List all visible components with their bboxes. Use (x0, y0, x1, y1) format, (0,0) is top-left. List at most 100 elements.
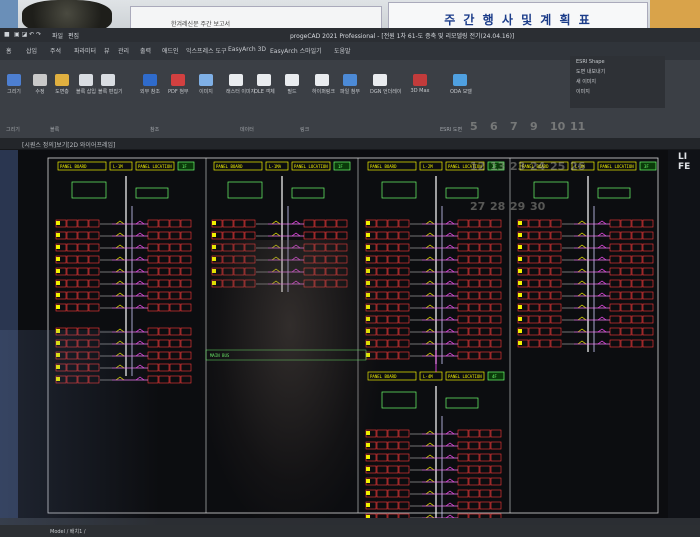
tab-view[interactable]: 뷰 (104, 46, 110, 55)
breaker-symbol-left (115, 364, 125, 369)
viewport-label[interactable]: [시퀀스 정의]보기[2D 와이어프레임] (22, 140, 115, 149)
ribbon-tool-3[interactable]: 블록 삽입 (76, 74, 96, 95)
breaker-symbol-right (445, 256, 455, 261)
tab-help[interactable]: 도움말 (334, 46, 351, 55)
ribbon-tool-7[interactable]: 이미지 (196, 74, 216, 95)
circuit-cell-left (376, 339, 388, 348)
tab-easyarch-smile[interactable]: EasyArch 스마일기 (270, 46, 322, 55)
breaker-symbol-left (115, 220, 125, 225)
breaker-symbol-left (271, 244, 281, 249)
ribbon-tool-8[interactable]: 래스터 이미지 (226, 74, 255, 95)
circuit-cell-right (457, 315, 469, 324)
circuit-marker (518, 233, 522, 237)
circuit-cell-right (457, 279, 469, 288)
circuit-cell-right (468, 255, 480, 264)
tab-express-tools[interactable]: 익스프레스 도구 (186, 46, 227, 55)
circuit-cell-right (468, 501, 480, 510)
circuit-cell-right (158, 219, 170, 228)
quick-access-toolbar[interactable]: ▣ ◪ ↶ ↷ (14, 31, 41, 38)
circuit-cell-right (457, 231, 469, 240)
circuit-cell-right (180, 363, 192, 372)
panel-header-text: PANEL BOARD (60, 164, 87, 169)
breaker-symbol-left (425, 280, 435, 285)
menu-item-1[interactable]: 편집 (68, 31, 79, 40)
circuit-cell-right (609, 291, 621, 300)
circuit-marker (366, 221, 370, 225)
circuit-cell-right (642, 315, 654, 324)
circuit-cell-left (233, 279, 245, 288)
panel-tag-text: 2F (492, 164, 497, 169)
breaker-symbol-right (135, 256, 145, 261)
ribbon-tool-13[interactable]: DGN 언더레이 (370, 74, 401, 95)
circuit-cell-left (88, 279, 100, 288)
tab-easyarch-3d[interactable]: EasyArch 3D (228, 46, 266, 53)
circuit-cell-right (631, 219, 643, 228)
ribbon-tool-12[interactable]: 파일 첨부 (340, 74, 360, 95)
circuit-cell-right (468, 465, 480, 474)
meter-box (71, 181, 107, 199)
ribbon-tool-2[interactable]: 도면층 (52, 74, 72, 95)
circuit-cell-left (398, 231, 410, 240)
ribbon-tool-11[interactable]: 하이퍼링크 (312, 74, 335, 95)
ribbon-tool-icon (55, 74, 69, 86)
circuit-cell-left (398, 267, 410, 276)
circuit-cell-left (550, 231, 562, 240)
circuit-cell-right (468, 315, 480, 324)
menu-item-0[interactable]: 파일 (52, 31, 63, 40)
meter-box (381, 181, 417, 199)
app-icon[interactable]: ■ (4, 31, 10, 38)
circuit-marker (366, 341, 370, 345)
circuit-cell-left (88, 327, 100, 336)
ribbon-tool-1[interactable]: 수정 (30, 74, 50, 95)
tab-parametric[interactable]: 파라미터 (74, 46, 96, 55)
layout-tabs[interactable]: Model / 배치1 / (50, 529, 86, 535)
ribbon-tool-9[interactable]: OLE 객체 (254, 74, 275, 95)
esri-shape-button[interactable]: ESRI Shape (576, 59, 659, 65)
tab-insert[interactable]: 삽입 (26, 46, 37, 55)
breaker-symbol-right (291, 280, 301, 285)
circuit-cell-right (479, 477, 491, 486)
ribbon-tool-15[interactable]: ODA 모델 (450, 74, 472, 95)
ribbon-tool-6[interactable]: PDF 첨부 (168, 74, 189, 95)
circuit-cell-left (66, 231, 78, 240)
circuit-cell-right (490, 477, 502, 486)
ribbon-tool-4[interactable]: 블록 편집기 (98, 74, 123, 95)
circuit-cell-right (457, 489, 469, 498)
ribbon-tool-14[interactable]: 3D Max (410, 74, 430, 94)
new-image-button[interactable]: 새 이미지 (576, 78, 659, 85)
circuit-cell-left (387, 255, 399, 264)
circuit-cell-left (539, 339, 551, 348)
tab-home[interactable]: 홈 (6, 46, 12, 55)
ribbon-tool-5[interactable]: 외부 참조 (140, 74, 160, 95)
tab-manage[interactable]: 관리 (118, 46, 129, 55)
circuit-cell-left (528, 339, 540, 348)
tab-output[interactable]: 출력 (140, 46, 151, 55)
circuit-cell-left (550, 339, 562, 348)
circuit-marker (366, 281, 370, 285)
ribbon-tool-0[interactable]: 그리기 (4, 74, 24, 95)
drawing-canvas[interactable]: PANEL BOARD L-1M PANEL LOCATION 1F PANEL BOA… (18, 150, 668, 518)
breaker-symbol-left (425, 244, 435, 249)
circuit-cell-left (398, 429, 410, 438)
circuit-cell-right (158, 291, 170, 300)
window-title: progeCAD 2021 Professional - [전원 1차 61-도… (290, 33, 515, 40)
export-drawing-button[interactable]: 도면 내보내기 (576, 68, 659, 75)
ribbon-tool-label: 그리기 (7, 89, 21, 95)
circuit-cell-left (66, 339, 78, 348)
tab-annotate[interactable]: 주석 (50, 46, 61, 55)
breaker-symbol-right (135, 220, 145, 225)
circuit-cell-left (66, 327, 78, 336)
circuit-cell-right (490, 429, 502, 438)
ribbon-tool-10[interactable]: 필드 (282, 74, 302, 95)
circuit-cell-right (314, 279, 326, 288)
panel-location-text: PANEL LOCATION (294, 164, 328, 169)
circuit-cell-left (387, 441, 399, 450)
image-button[interactable]: 이미지 (576, 88, 659, 95)
circuit-cell-right (468, 291, 480, 300)
tab-addins[interactable]: 애드인 (162, 46, 179, 55)
circuit-cell-left (528, 303, 540, 312)
breaker-symbol-right (597, 280, 607, 285)
circuit-cell-right (158, 231, 170, 240)
breaker-symbol-right (445, 502, 455, 507)
breaker-symbol-right (445, 328, 455, 333)
